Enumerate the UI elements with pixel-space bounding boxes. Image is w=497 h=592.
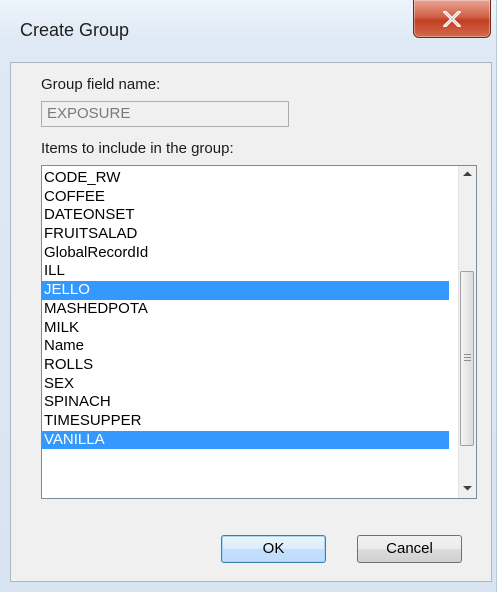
create-group-dialog: Create Group Group field name: EXPOSURE … [0,0,497,592]
group-field-name-input: EXPOSURE [41,101,289,127]
scroll-down-arrow-icon [463,486,472,491]
list-item[interactable]: GlobalRecordId [42,244,449,263]
group-field-name-label: Group field name: [41,76,161,93]
items-listbox[interactable]: CODE_RW COFFEE DATEONSET FRUITSALAD GlobalRe… [41,165,477,499]
scroll-thumb[interactable] [460,271,474,446]
list-item[interactable]: ILL [42,262,449,281]
list-item[interactable]: SEX [42,375,449,394]
list-item[interactable]: FRUITSALAD [42,225,449,244]
vertical-scrollbar[interactable] [458,166,476,498]
scroll-up-button[interactable] [459,166,476,183]
list-item[interactable]: COFFEE [42,188,449,207]
items-list: CODE_RW COFFEE DATEONSET FRUITSALAD GlobalRe… [42,169,449,450]
thumb-grip-line [464,354,471,355]
scroll-down-button[interactable] [459,480,476,497]
thumb-grip-line [464,360,471,361]
list-item[interactable]: DATEONSET [42,206,449,225]
close-x-icon [443,11,461,27]
list-item[interactable]: Name [42,337,449,356]
scroll-up-arrow-icon [463,171,472,176]
list-item[interactable]: MILK [42,319,449,338]
list-item[interactable]: JELLO [42,281,449,300]
list-item[interactable]: ROLLS [42,356,449,375]
title-bar[interactable]: Create Group [0,0,497,62]
list-item[interactable]: VANILLA [42,430,449,450]
close-button[interactable] [413,0,491,38]
list-item[interactable]: SPINACH [42,393,449,412]
list-item[interactable]: TIMESUPPER [42,412,449,431]
dialog-body: Group field name: EXPOSURE Items to incl… [10,62,492,582]
cancel-button[interactable]: Cancel [357,535,462,563]
thumb-grip-line [464,357,471,358]
list-item[interactable]: MASHEDPOTA [42,300,449,319]
items-to-include-label: Items to include in the group: [41,140,234,157]
window-title: Create Group [20,20,130,40]
ok-button[interactable]: OK [221,535,326,563]
list-item[interactable]: CODE_RW [42,169,449,188]
